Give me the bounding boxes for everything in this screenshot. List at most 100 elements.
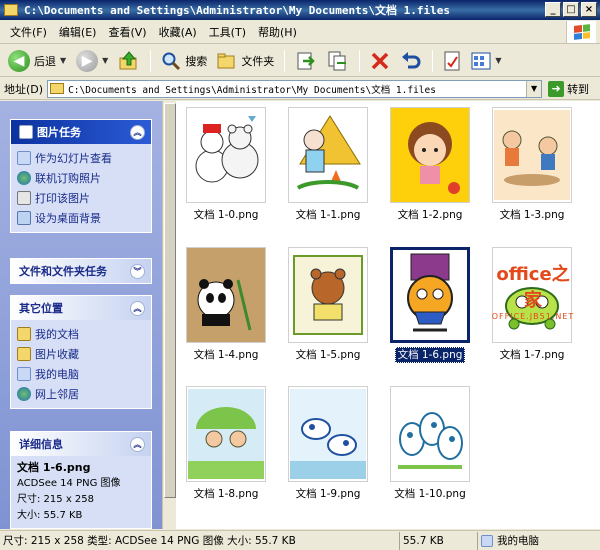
address-dropdown-button[interactable]: ▼ — [526, 80, 542, 97]
detail-filename: 文档 1-6.png — [17, 461, 91, 474]
thumbnail[interactable] — [288, 247, 368, 343]
copy-to-icon — [328, 51, 347, 70]
task-set-wallpaper[interactable]: 设为桌面背景 — [17, 208, 145, 228]
menu-file[interactable]: 文件(F) — [4, 22, 53, 42]
forward-button[interactable]: ▶ ▼ — [72, 48, 112, 74]
address-input[interactable]: C:\Documents and Settings\Administrator\… — [47, 79, 543, 98]
details-panel: 详细信息 ︽ 文档 1-6.png ACDSee 14 PNG 图像 尺寸: 2… — [10, 431, 152, 529]
file-item[interactable]: 文档 1-6.png — [380, 247, 480, 363]
task-pane-scrollbar[interactable] — [162, 101, 176, 529]
views-button[interactable]: ▼ — [467, 48, 505, 74]
up-button[interactable] — [114, 48, 144, 74]
task-order-prints[interactable]: 联机订购照片 — [17, 168, 145, 188]
file-name: 文档 1-2.png — [397, 209, 463, 221]
thumbnail[interactable] — [186, 107, 266, 203]
toolbar-separator — [150, 49, 152, 72]
folders-button[interactable]: 文件夹 — [213, 48, 278, 74]
file-item[interactable]: 文档 1-9.png — [278, 386, 378, 501]
file-name: 文档 1-7.png — [499, 349, 565, 361]
panda-icon — [188, 250, 264, 340]
back-button[interactable]: ◀ 后退 ▼ — [4, 48, 70, 74]
place-my-computer[interactable]: 我的电脑 — [17, 364, 145, 384]
place-my-pictures[interactable]: 图片收藏 — [17, 344, 145, 364]
file-tasks-panel: 文件和文件夹任务 ︾ — [10, 258, 152, 284]
bear-reading-icon — [293, 255, 363, 335]
details-header[interactable]: 详细信息 ︽ — [11, 432, 151, 456]
thumbnail[interactable] — [186, 247, 266, 343]
file-item[interactable]: 文档 1-4.png — [176, 247, 276, 362]
file-tasks-title: 文件和文件夹任务 — [19, 265, 107, 278]
thumbnail[interactable] — [390, 107, 470, 203]
chevron-down-icon: ▼ — [102, 56, 109, 65]
status-bar: 尺寸: 215 x 258 类型: ACDSee 14 PNG 图像 大小: 5… — [0, 530, 600, 550]
back-arrow-icon: ◀ — [8, 49, 30, 72]
status-zone-label: 我的电脑 — [497, 535, 539, 547]
mouse-campfire-icon — [296, 115, 361, 190]
file-name: 文档 1-8.png — [193, 488, 259, 500]
thumbnail-selected[interactable] — [390, 247, 470, 343]
minimize-button[interactable]: _ — [545, 2, 561, 17]
slideshow-icon — [17, 151, 31, 165]
file-item[interactable]: 文档 1-5.png — [278, 247, 378, 362]
window-controls: _ □ × — [545, 2, 597, 17]
properties-button[interactable] — [439, 48, 465, 74]
task-print-picture[interactable]: 打印该图片 — [17, 188, 145, 208]
toolbar: ◀ 后退 ▼ ▶ ▼ 搜索 文件夹 ▼ — [0, 45, 600, 77]
undo-button[interactable] — [396, 48, 426, 74]
title-bar: C:\Documents and Settings\Administrator\… — [0, 0, 600, 20]
delete-button[interactable] — [366, 48, 394, 74]
file-item[interactable]: 文档 1-10.png — [380, 386, 480, 501]
thumbnail[interactable] — [492, 247, 572, 343]
file-list-view: 文档 1-0.png 文档 1-1.png 文档 1-2.png 文档 1-3.… — [176, 101, 600, 529]
collapse-chevron-icon[interactable]: ︽ — [130, 124, 145, 140]
thumbnail[interactable] — [186, 386, 266, 482]
collapse-chevron-icon[interactable]: ︽ — [130, 436, 145, 452]
copy-to-button[interactable] — [323, 48, 353, 74]
file-item[interactable]: 文档 1-8.png — [176, 386, 276, 501]
menu-bar: 文件(F) 编辑(E) 查看(V) 收藏(A) 工具(T) 帮助(H) — [0, 20, 600, 44]
status-size: 55.7 KB — [400, 531, 478, 550]
file-name: 文档 1-10.png — [394, 488, 466, 500]
other-places-header[interactable]: 其它位置 ︽ — [11, 296, 151, 320]
thumbnail[interactable] — [288, 386, 368, 482]
close-button[interactable]: × — [581, 2, 597, 17]
collapse-chevron-icon[interactable]: ︽ — [130, 300, 145, 316]
search-button[interactable]: 搜索 — [157, 48, 211, 74]
properties-icon — [444, 51, 460, 70]
file-tasks-header[interactable]: 文件和文件夹任务 ︾ — [11, 259, 151, 283]
file-item[interactable]: 文档 1-2.png — [380, 107, 480, 222]
file-item[interactable]: 文档 1-0.png — [176, 107, 276, 222]
forward-arrow-icon: ▶ — [76, 49, 99, 72]
cows-field-icon — [290, 389, 366, 479]
scrollbar-thumb[interactable] — [164, 103, 176, 498]
expand-chevron-icon[interactable]: ︾ — [130, 263, 145, 279]
globe-icon — [17, 171, 31, 185]
place-label: 我的电脑 — [35, 368, 79, 381]
go-button[interactable]: ➜ 转到 — [548, 80, 589, 97]
folders-label: 文件夹 — [241, 54, 275, 68]
file-item[interactable]: 文档 1-1.png — [278, 107, 378, 222]
file-item[interactable]: 文档 1-7.png — [482, 247, 582, 362]
task-label: 作为幻灯片查看 — [35, 152, 112, 165]
file-name: 文档 1-1.png — [295, 209, 361, 221]
menu-view[interactable]: 查看(V) — [102, 22, 152, 42]
picture-tasks-icon — [19, 125, 33, 139]
file-name: 文档 1-5.png — [295, 349, 361, 361]
menu-help[interactable]: 帮助(H) — [252, 22, 303, 42]
menu-tools[interactable]: 工具(T) — [203, 22, 252, 42]
maximize-button[interactable]: □ — [563, 2, 579, 17]
undo-icon — [402, 51, 421, 68]
menu-edit[interactable]: 编辑(E) — [53, 22, 103, 42]
menu-favorites[interactable]: 收藏(A) — [153, 22, 203, 42]
thumbnail[interactable] — [492, 107, 572, 203]
place-my-documents[interactable]: 我的文档 — [17, 324, 145, 344]
file-name: 文档 1-9.png — [295, 488, 361, 500]
task-slideshow[interactable]: 作为幻灯片查看 — [17, 148, 145, 168]
file-item[interactable]: 文档 1-3.png — [482, 107, 582, 222]
thumbnail[interactable] — [390, 386, 470, 482]
thumbnail[interactable] — [288, 107, 368, 203]
move-to-button[interactable] — [291, 48, 321, 74]
place-network[interactable]: 网上邻居 — [17, 384, 145, 404]
address-label: 地址(D) — [4, 82, 44, 96]
picture-tasks-header[interactable]: 图片任务 ︽ — [11, 120, 151, 144]
